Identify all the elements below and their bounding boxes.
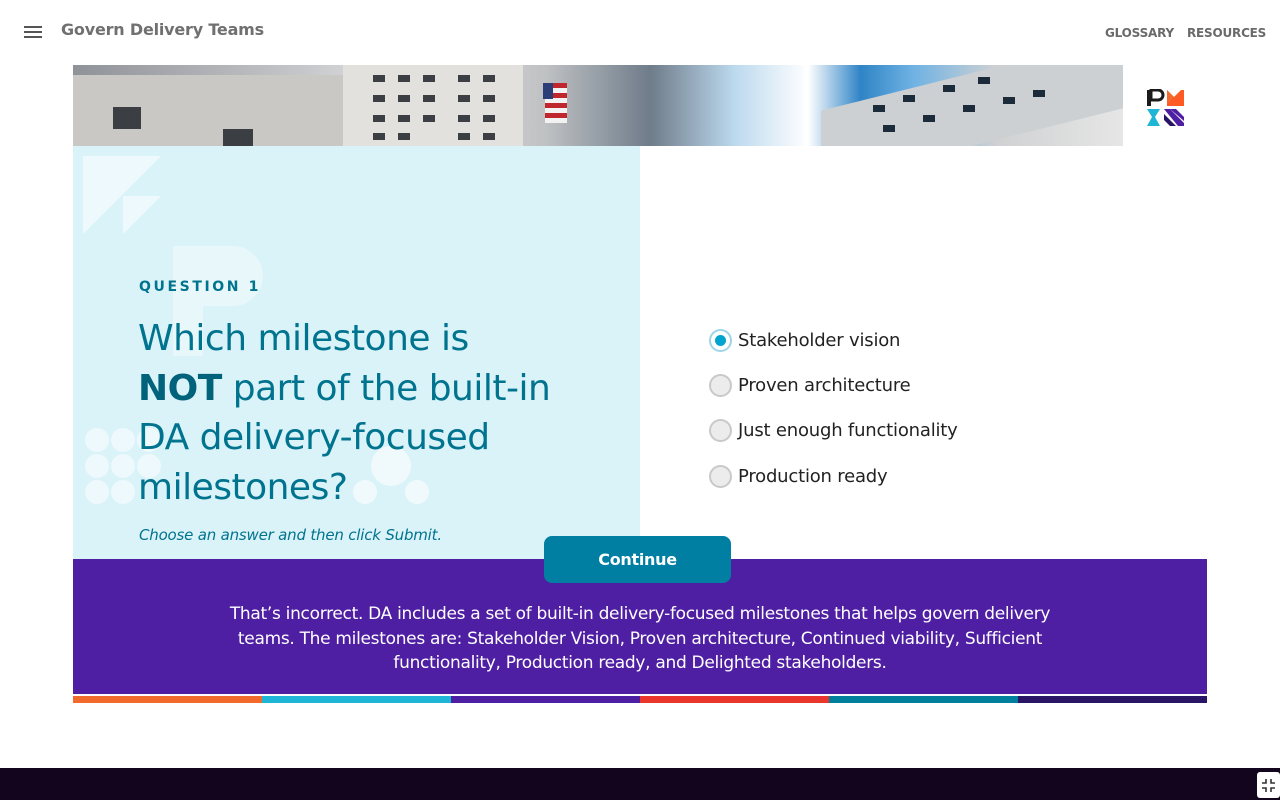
exit-fullscreen-icon[interactable] [1257, 772, 1280, 798]
resources-link[interactable]: RESOURCES [1187, 26, 1266, 40]
continue-button[interactable]: Continue [544, 536, 731, 583]
color-stripe [1018, 696, 1207, 703]
radio-button[interactable] [709, 328, 732, 352]
color-stripe [262, 696, 451, 703]
footer-bar [0, 768, 1280, 800]
question-number: QUESTION 1 [139, 279, 261, 295]
top-bar: Govern Delivery Teams GLOSSARY RESOURCES [0, 0, 1280, 64]
option-label: Production ready [738, 465, 888, 487]
feedback-text: That’s incorrect. DA includes a set of b… [229, 604, 1051, 673]
color-stripe [451, 696, 640, 703]
radio-button[interactable] [709, 418, 732, 442]
question-text: Which milestone is NOT part of the built-… [138, 314, 568, 512]
color-stripe [640, 696, 829, 703]
course-title: Govern Delivery Teams [61, 20, 264, 39]
option-just-enough-functionality[interactable]: Just enough functionality [709, 418, 958, 442]
banner-image [73, 65, 1123, 146]
color-stripe [73, 696, 262, 703]
radio-button[interactable] [709, 464, 732, 488]
option-label: Proven architecture [738, 374, 911, 396]
radio-button[interactable] [709, 373, 732, 397]
decorative-triangles [83, 156, 161, 234]
glossary-link[interactable]: GLOSSARY [1105, 26, 1174, 40]
instruction-text: Choose an answer and then click Submit. [139, 526, 442, 544]
option-proven-architecture[interactable]: Proven architecture [709, 373, 911, 397]
question-emphasis: NOT [138, 367, 222, 409]
question-text-start: Which milestone is [138, 318, 469, 359]
question-panel: QUESTION 1 Which milestone is NOT part of… [73, 146, 640, 559]
option-label: Just enough functionality [738, 419, 958, 441]
pmi-logo [1147, 89, 1184, 126]
option-stakeholder-vision[interactable]: Stakeholder vision [709, 328, 900, 352]
hamburger-menu-icon[interactable] [24, 25, 42, 39]
option-label: Stakeholder vision [738, 329, 901, 351]
color-stripe [829, 696, 1018, 703]
option-production-ready[interactable]: Production ready [709, 464, 888, 488]
